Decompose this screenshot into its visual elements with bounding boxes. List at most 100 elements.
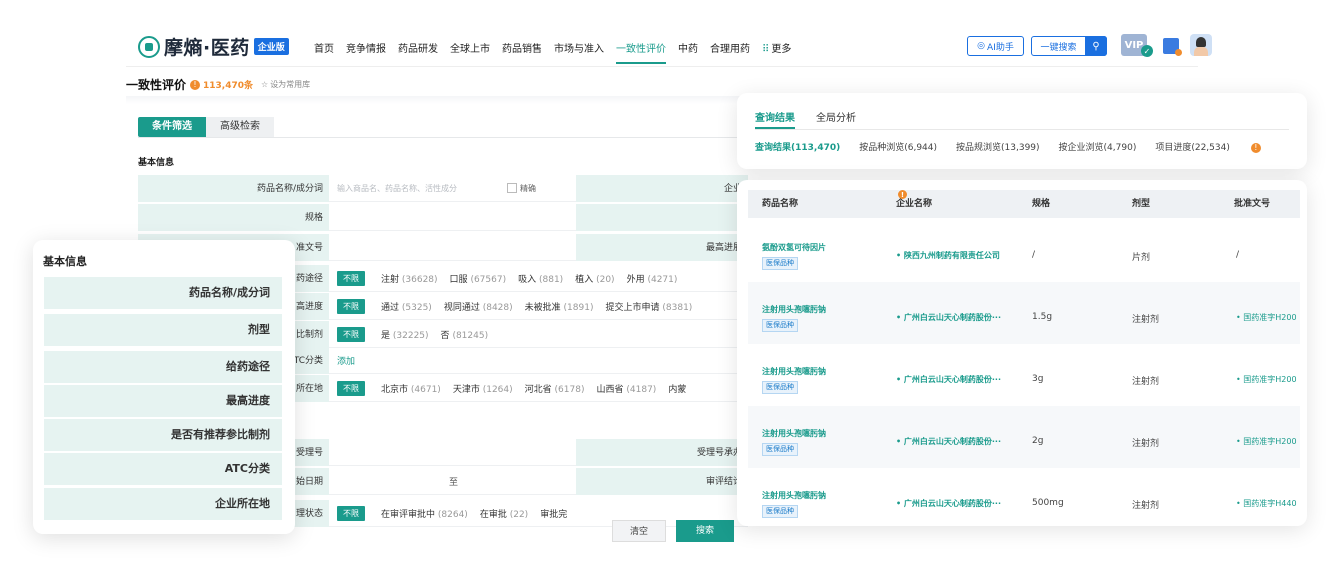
location-option-label: 北京市 [381,384,409,395]
card-row-route[interactable]: 给药途径 [44,351,282,383]
nav-rd[interactable]: 药品研发 [398,40,438,55]
drug-name-link[interactable]: 注射用头孢噻肟钠 [762,490,826,501]
tab-condition-filter[interactable]: 条件筛选 [138,117,206,137]
edition-badge: 企业版 [253,38,289,55]
clear-button[interactable]: 清空 [612,520,666,542]
location-option[interactable]: 内蒙 [668,382,686,395]
form-cell: 片剂 [1132,253,1151,263]
drug-name-link[interactable]: 注射用头孢噻肟钠 [762,366,826,377]
approval-link[interactable]: • 国药准字H200 [1236,312,1297,323]
approval-link[interactable]: • 国药准字H200 [1236,374,1297,385]
quick-search-label: 一键搜索 [1040,42,1077,53]
avatar[interactable] [1190,34,1212,56]
nav-global[interactable]: 全球上市 [450,40,490,55]
card-row-location[interactable]: 企业所在地 [44,488,282,520]
nav-sales[interactable]: 药品销售 [502,40,542,55]
stat-by-spec[interactable]: 按品规浏览(13,399) [956,140,1040,153]
route-option[interactable]: 植入 (20) [575,272,614,285]
spec-input[interactable] [329,204,576,231]
nav-more[interactable]: ⠿ 更多 [762,40,791,55]
stat-by-company[interactable]: 按企业浏览(4,790) [1059,140,1137,153]
route-option-label: 植入 [575,274,594,285]
tab-advanced-search[interactable]: 高级检索 [206,117,274,137]
route-option[interactable]: 外用 (4271) [627,272,678,285]
spec-cell: / [1032,250,1036,260]
nav-competition[interactable]: 竞争情报 [346,40,386,55]
route-option[interactable]: 吸入 (881) [518,272,563,285]
route-option-label: 吸入 [518,274,537,285]
drug-name-input[interactable]: 输入商品名、药品名称、活性成分 精确 [329,175,576,202]
route-unlimited-pill[interactable]: 不限 [337,270,365,286]
table-row[interactable]: 注射用头孢噻肟钠 医保品种 • 广州白云山天心制药股份··· 500mg 注射剂… [748,468,1300,526]
nav-market[interactable]: 市场与准入 [554,40,604,55]
insurance-tag: 医保品种 [762,443,798,456]
card-row-atc[interactable]: ATC分类 [44,453,282,485]
location-option[interactable]: 北京市 (4671) [381,382,441,395]
progress-option[interactable]: 未被批准 (1891) [525,300,594,313]
date-range-input[interactable]: 至 [329,468,576,495]
approval-input[interactable] [329,234,576,261]
stat-query-results[interactable]: 查询结果(113,470) [755,140,840,153]
info-icon[interactable]: ! [190,79,201,90]
route-option[interactable]: 注射 (36628) [381,272,438,285]
status-option[interactable]: 审批完 [540,507,567,520]
status-unlimited-pill[interactable]: 不限 [337,505,365,521]
reference-option[interactable]: 是 (32225) [381,328,429,341]
route-options: 不限 注射 (36628) 口服 (67567) 吸入 (881) 植入 (20… [329,265,748,292]
progress-option[interactable]: 通过 (5325) [381,300,432,313]
table-row[interactable]: 注射用头孢噻肟钠 医保品种 • 广州白云山天心制药股份··· 1.5g 注射剂 … [748,282,1300,344]
atc-add-link[interactable]: 添加 [337,354,355,367]
progress-option-count: (8428) [482,302,513,313]
date-range-separator: 至 [449,477,459,488]
table-row[interactable]: 氨酚双氢可待因片 医保品种 • 陕西九州制药有限责任公司 / 片剂 / [748,220,1300,282]
status-option[interactable]: 在审评审批中 (8264) [381,507,468,520]
accept-input[interactable] [329,439,576,466]
brand-logo[interactable]: 摩熵·医药 企业版 [138,33,289,60]
progress-option[interactable]: 提交上市申请 (8381) [605,300,692,313]
tab-query-results[interactable]: 查询结果 [755,109,795,129]
drug-name-link[interactable]: 注射用头孢噻肟钠 [762,304,826,315]
drug-name-link[interactable]: 氨酚双氢可待因片 [762,242,826,253]
company-link[interactable]: • 陕西九州制药有限责任公司 [896,250,1018,261]
exact-checkbox[interactable]: 精确 [507,183,536,194]
card-row-progress[interactable]: 最高进度 [44,385,282,417]
stat-by-variety[interactable]: 按品种浏览(6,944) [859,140,937,153]
drug-name-link[interactable]: 注射用头孢噻肟钠 [762,428,826,439]
ai-assistant-button[interactable]: ◎ AI助手 [967,36,1024,56]
info-icon: ! [1250,142,1261,153]
company-link[interactable]: • 广州白云山天心制药股份··· [896,436,1018,447]
route-option-count: (4271) [647,274,678,285]
table-row[interactable]: 注射用头孢噻肟钠 医保品种 • 广州白云山天心制药股份··· 3g 注射剂 • … [748,344,1300,406]
reference-unlimited-pill[interactable]: 不限 [337,326,365,342]
company-link[interactable]: • 广州白云山天心制药股份··· [896,312,1018,323]
approval-link[interactable]: • 国药准字H200 [1236,436,1297,447]
reference-option[interactable]: 否 (81245) [441,328,489,341]
card-row-drug-name[interactable]: 药品名称/成分词 [44,277,282,309]
nav-home[interactable]: 首页 [314,40,334,55]
progress-option[interactable]: 视同通过 (8428) [444,300,513,313]
nav-rational[interactable]: 合理用药 [710,40,750,55]
location-unlimited-pill[interactable]: 不限 [337,380,365,396]
location-option[interactable]: 山西省 (4187) [596,382,656,395]
tab-global-analysis[interactable]: 全局分析 [816,109,856,124]
status-option[interactable]: 在审批 (22) [480,507,528,520]
approval-link[interactable]: • 国药准字H440 [1236,498,1297,509]
reference-option-count: (81245) [452,330,489,341]
location-option[interactable]: 河北省 (6178) [525,382,585,395]
card-row-dosage-form[interactable]: 剂型 [44,314,282,346]
table-row[interactable]: 注射用头孢噻肟钠 医保品种 • 广州白云山天心制药股份··· 2g 注射剂 • … [748,406,1300,468]
nav-tcm[interactable]: 中药 [678,40,698,55]
stat-project-progress[interactable]: 项目进度(22,534)! [1155,140,1280,153]
location-option[interactable]: 天津市 (1264) [453,382,513,395]
nav-consistency[interactable]: 一致性评价 [616,40,666,64]
notebook-icon[interactable] [1163,38,1182,56]
company-link[interactable]: • 广州白云山天心制药股份··· [896,498,1018,509]
search-button[interactable]: 搜索 [676,520,734,542]
progress-unlimited-pill[interactable]: 不限 [337,298,365,314]
card-row-reference[interactable]: 是否有推荐参比制剂 [44,419,282,451]
ai-assistant-label: AI助手 [987,42,1014,53]
company-link[interactable]: • 广州白云山天心制药股份··· [896,374,1018,385]
route-option[interactable]: 口服 (67567) [450,272,507,285]
quick-search-button[interactable]: 一键搜索 ⚲ [1031,36,1107,56]
set-favorite-link[interactable]: ☆ 设为常用库 [261,79,310,90]
